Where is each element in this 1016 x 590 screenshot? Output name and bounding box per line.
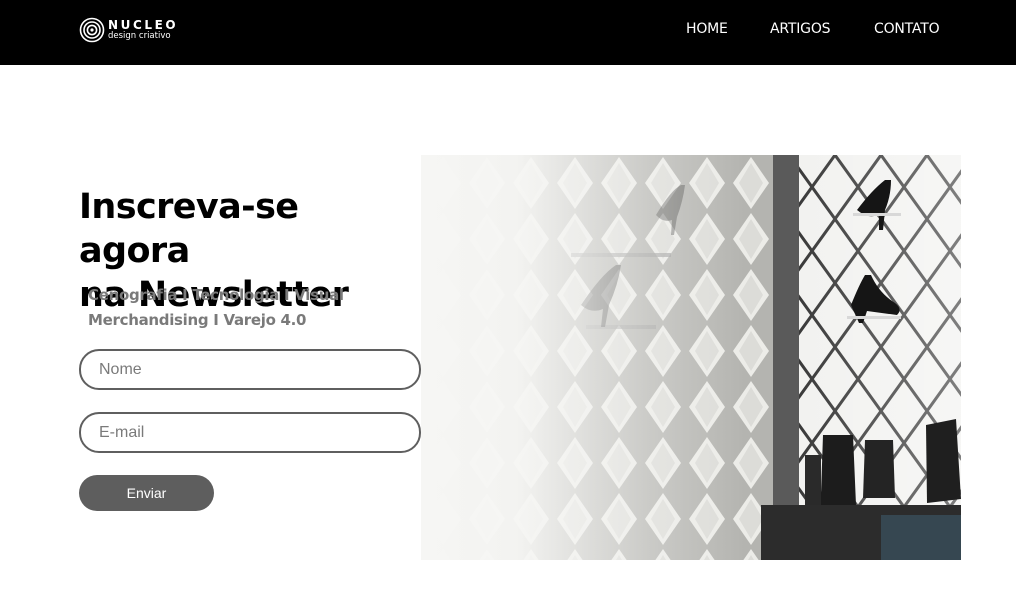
submit-button[interactable]: Enviar [79,475,214,511]
logo-tagline: design criativo [108,31,171,42]
shoe-display-photo [421,155,961,560]
newsletter-subtitle-line2: Merchandising I Varejo 4.0 [88,311,307,329]
nav-home[interactable]: HOME [686,21,728,37]
name-input[interactable] [79,349,421,390]
hero-image [421,155,961,560]
email-input[interactable] [79,412,421,453]
nav-artigos[interactable]: ARTIGOS [770,21,831,37]
logo-wordmark: NUCLEO [108,18,179,33]
newsletter-subtitle-line1: Cenografia I Tecnologia I Visual [88,286,344,304]
logo-spiral-icon [79,17,105,43]
site-header: NUCLEO design criativo HOME ARTIGOS CONT… [0,0,1016,65]
logo-text: NUCLEO design criativo [108,19,178,41]
nucleo-logo[interactable]: NUCLEO design criativo [79,15,189,45]
nav-contato[interactable]: CONTATO [874,21,940,37]
newsletter-title-line1: Inscreva-se agora [79,187,299,271]
newsletter-subtitle: Cenografia I Tecnologia I Visual Merchan… [88,283,388,333]
